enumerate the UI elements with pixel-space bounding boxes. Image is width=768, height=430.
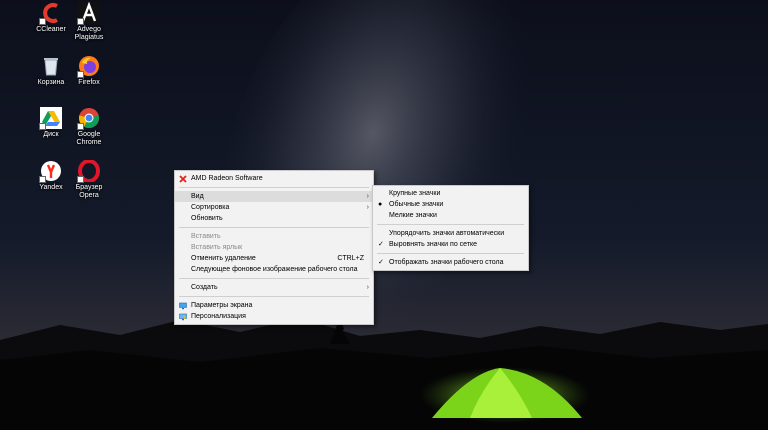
desktop-icon-label: CCleaner — [36, 26, 66, 33]
menu-item-display-settings[interactable]: Параметры экрана — [175, 300, 373, 311]
menu-item-label: Мелкие значки — [389, 212, 437, 219]
menu-separator — [377, 253, 524, 254]
menu-item-label: Вставить ярлык — [191, 244, 243, 251]
menu-item-label: Параметры экрана — [191, 302, 253, 309]
chevron-right-icon: › — [366, 284, 369, 291]
desktop-icon-label: Firefox — [78, 79, 100, 86]
submenu-item-show-desktop-icons[interactable]: ✓ Отображать значки рабочего стола — [373, 257, 528, 268]
advego-plagiatus-icon — [77, 2, 100, 25]
menu-separator — [179, 278, 369, 279]
menu-item-label: Отображать значки рабочего стола — [389, 259, 504, 266]
menu-separator — [179, 187, 369, 188]
chevron-right-icon: › — [366, 193, 369, 200]
opera-icon — [77, 160, 100, 183]
personalization-icon — [179, 313, 187, 321]
firefox-icon — [77, 55, 100, 78]
menu-separator — [179, 227, 369, 228]
shortcut-arrow-icon — [77, 18, 84, 25]
desktop-icon-google-chrome[interactable]: Google Chrome — [68, 107, 110, 147]
desktop-icon-label: Advego Plagiatus — [74, 26, 104, 41]
google-drive-icon — [39, 107, 62, 130]
menu-item-create[interactable]: Создать › — [175, 282, 373, 293]
submenu-item-medium-icons[interactable]: ● Обычные значки — [373, 199, 528, 210]
submenu-item-auto-arrange[interactable]: Упорядочить значки автоматически — [373, 228, 528, 239]
menu-item-paste-shortcut[interactable]: Вставить ярлык — [175, 242, 373, 253]
shortcut-arrow-icon — [39, 18, 46, 25]
radio-bullet-icon: ● — [378, 201, 383, 208]
display-settings-icon — [179, 302, 187, 310]
menu-item-label: Следующее фоновое изображение рабочего с… — [191, 266, 358, 273]
menu-separator — [377, 224, 524, 225]
menu-item-label: Отменить удаление — [191, 255, 256, 262]
view-submenu: Крупные значки ● Обычные значки Мелкие з… — [372, 185, 529, 271]
menu-item-label: Вставить — [191, 233, 221, 240]
shortcut-arrow-icon — [39, 176, 46, 183]
menu-item-view[interactable]: Вид › — [175, 191, 373, 202]
menu-item-label: Создать — [191, 284, 218, 291]
menu-item-label: Сортировка — [191, 204, 230, 211]
desktop-icon-opera[interactable]: Браузер Opera — [68, 160, 110, 200]
desktop-icon-label: Yandex — [39, 184, 63, 191]
keyboard-shortcut: CTRL+Z — [337, 255, 364, 262]
menu-item-label: Крупные значки — [389, 190, 441, 197]
shortcut-arrow-icon — [39, 123, 46, 130]
shortcut-arrow-icon — [77, 123, 84, 130]
menu-item-undo-delete[interactable]: Отменить удаление CTRL+Z — [175, 253, 373, 264]
menu-item-label: Обновить — [191, 215, 223, 222]
chevron-right-icon: › — [366, 204, 369, 211]
menu-item-sort[interactable]: Сортировка › — [175, 202, 373, 213]
menu-item-next-wallpaper[interactable]: Следующее фоновое изображение рабочего с… — [175, 264, 373, 275]
menu-separator — [179, 296, 369, 297]
desktop-icon-google-drive[interactable]: Диск — [30, 107, 72, 139]
shortcut-arrow-icon — [77, 71, 84, 78]
desktop-icon-label: Корзина — [37, 79, 65, 86]
checkmark-icon: ✓ — [378, 241, 384, 248]
amd-radeon-icon — [179, 175, 187, 183]
submenu-item-align-to-grid[interactable]: ✓ Выровнять значки по сетке — [373, 239, 528, 250]
desktop-icon-label: Диск — [43, 131, 59, 138]
desktop-icon-ccleaner[interactable]: CCleaner — [30, 2, 72, 34]
menu-item-paste[interactable]: Вставить — [175, 231, 373, 242]
menu-item-label: Выровнять значки по сетке — [389, 241, 478, 248]
menu-item-personalization[interactable]: Персонализация — [175, 311, 373, 322]
desktop-icon-advego-plagiatus[interactable]: Advego Plagiatus — [68, 2, 110, 42]
desktop-icon-firefox[interactable]: Firefox — [68, 55, 110, 87]
yandex-icon — [39, 160, 62, 183]
recycle-bin-icon — [40, 55, 62, 77]
menu-item-label: Вид — [191, 193, 204, 200]
ccleaner-icon — [39, 2, 62, 25]
menu-item-refresh[interactable]: Обновить — [175, 213, 373, 224]
desktop-icon-label: Google Chrome — [76, 131, 102, 146]
menu-item-label: Персонализация — [191, 313, 246, 320]
checkmark-icon: ✓ — [378, 259, 384, 266]
desktop-context-menu: AMD Radeon Software Вид › Сортировка › О… — [174, 170, 374, 325]
google-chrome-icon — [77, 107, 100, 130]
desktop-icon-label: Браузер Opera — [75, 184, 103, 199]
menu-item-label: Упорядочить значки автоматически — [389, 230, 505, 237]
desktop-icon-yandex[interactable]: Yandex — [30, 160, 72, 192]
submenu-item-large-icons[interactable]: Крупные значки — [373, 188, 528, 199]
desktop-icon-recycle-bin[interactable]: Корзина — [30, 55, 72, 87]
menu-item-label: Обычные значки — [389, 201, 444, 208]
shortcut-arrow-icon — [77, 176, 84, 183]
submenu-item-small-icons[interactable]: Мелкие значки — [373, 210, 528, 221]
menu-item-amd-radeon-software[interactable]: AMD Radeon Software — [175, 173, 373, 184]
menu-item-label: AMD Radeon Software — [191, 175, 263, 182]
